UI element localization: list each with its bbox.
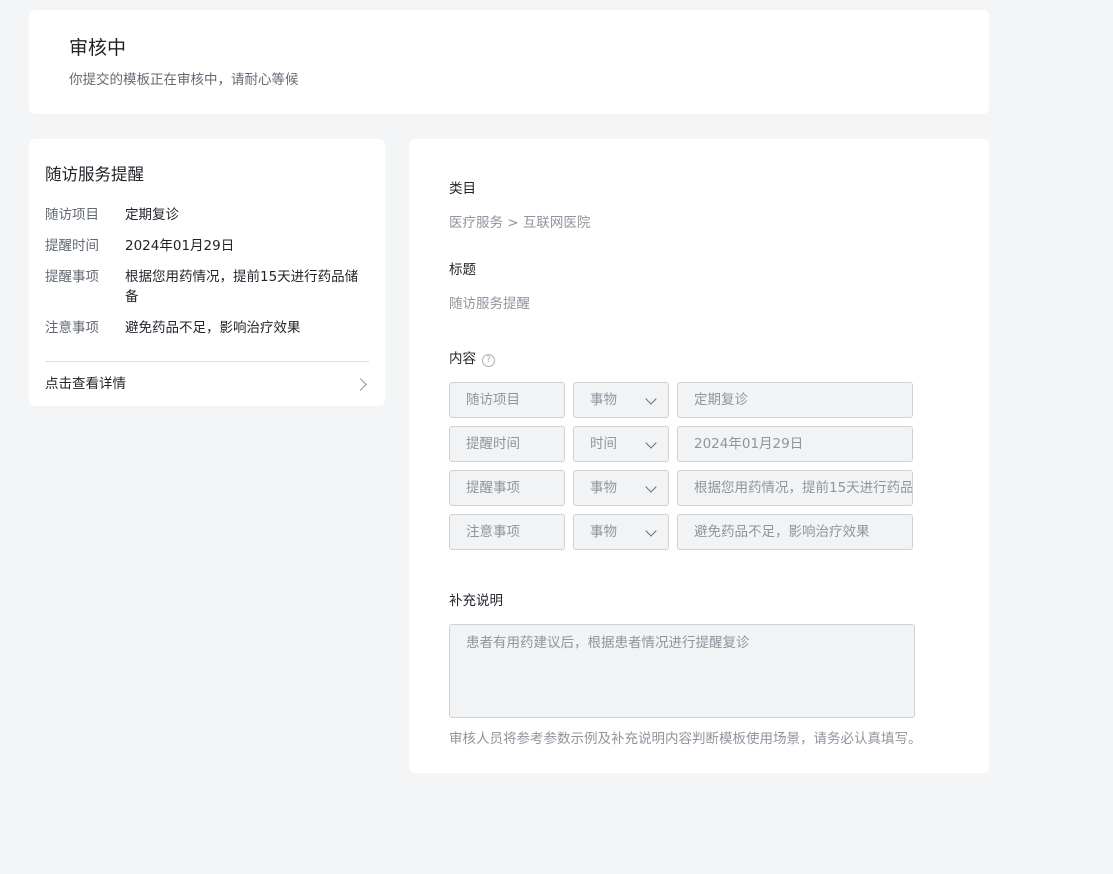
question-circle-icon[interactable]: ?	[482, 354, 495, 367]
param-type-select[interactable]: 事物	[573, 514, 669, 550]
param-row: 注意事项 事物 避免药品不足，影响治疗效果	[449, 514, 913, 550]
param-type-value: 事物	[590, 392, 617, 408]
preview-row-value: 2024年01月29日	[125, 238, 235, 254]
param-example-field[interactable]: 定期复诊	[677, 382, 913, 418]
param-name-field[interactable]: 提醒时间	[449, 426, 565, 462]
status-description: 你提交的模板正在审核中，请耐心等候	[69, 72, 299, 88]
param-type-value: 时间	[590, 436, 617, 452]
preview-fields: 随访项目 定期复诊 提醒时间 2024年01月29日 提醒事项 根据您用药情况，…	[45, 205, 369, 349]
preview-row: 注意事项 避免药品不足，影响治疗效果	[45, 318, 369, 338]
preview-row: 提醒时间 2024年01月29日	[45, 236, 369, 256]
chevron-down-icon	[645, 525, 657, 537]
content-label: 内容	[449, 351, 476, 367]
param-name-field[interactable]: 注意事项	[449, 514, 565, 550]
category-label: 类目	[449, 181, 476, 197]
param-type-value: 事物	[590, 524, 617, 540]
param-example-field[interactable]: 根据您用药情况，提前15天进行药品储备	[677, 470, 913, 506]
preview-row-value: 根据您用药情况，提前15天进行药品储备	[125, 269, 359, 305]
preview-row-value: 避免药品不足，影响治疗效果	[125, 320, 301, 336]
param-name-field[interactable]: 提醒事项	[449, 470, 565, 506]
preview-row-key: 注意事项	[45, 320, 99, 336]
param-type-value: 事物	[590, 480, 617, 496]
chevron-right-icon	[354, 377, 367, 391]
title-value: 随访服务提醒	[449, 296, 530, 312]
status-title: 审核中	[69, 37, 127, 59]
preview-title: 随访服务提醒	[45, 165, 144, 184]
status-card: 审核中 你提交的模板正在审核中，请耐心等候	[29, 10, 989, 114]
preview-divider	[45, 361, 369, 362]
preview-row-key: 提醒时间	[45, 238, 99, 254]
param-row: 随访项目 事物 定期复诊	[449, 382, 913, 418]
param-name-field[interactable]: 随访项目	[449, 382, 565, 418]
category-value: 医疗服务 > 互联网医院	[449, 215, 591, 231]
template-preview-card: 随访服务提醒 随访项目 定期复诊 提醒时间 2024年01月29日 提醒事项 根…	[29, 139, 385, 406]
preview-row-value: 定期复诊	[125, 207, 179, 223]
view-details-label: 点击查看详情	[45, 376, 126, 392]
chevron-down-icon	[645, 481, 657, 493]
chevron-down-icon	[645, 393, 657, 405]
chevron-down-icon	[645, 437, 657, 449]
remark-textarea[interactable]: 患者有用药建议后，根据患者情况进行提醒复诊	[449, 624, 915, 718]
title-label: 标题	[449, 262, 476, 278]
preview-row: 提醒事项 根据您用药情况，提前15天进行药品储备	[45, 267, 369, 307]
param-example-field[interactable]: 避免药品不足，影响治疗效果	[677, 514, 913, 550]
content-label-row: 内容?	[449, 349, 495, 369]
view-details-link[interactable]: 点击查看详情	[45, 374, 369, 394]
preview-row-key: 提醒事项	[45, 269, 99, 285]
param-example-field[interactable]: 2024年01月29日	[677, 426, 913, 462]
preview-row-key: 随访项目	[45, 207, 99, 223]
param-row: 提醒事项 事物 根据您用药情况，提前15天进行药品储备	[449, 470, 913, 506]
remark-label: 补充说明	[449, 593, 503, 609]
param-row: 提醒时间 时间 2024年01月29日	[449, 426, 913, 462]
preview-row: 随访项目 定期复诊	[45, 205, 369, 225]
param-type-select[interactable]: 事物	[573, 470, 669, 506]
template-form-card: 类目 医疗服务 > 互联网医院 标题 随访服务提醒 内容? 随访项目 事物 定期…	[409, 139, 989, 773]
remark-hint: 审核人员将参考参数示例及补充说明内容判断模板使用场景，请务必认真填写。	[449, 731, 922, 747]
param-type-select[interactable]: 时间	[573, 426, 669, 462]
param-type-select[interactable]: 事物	[573, 382, 669, 418]
